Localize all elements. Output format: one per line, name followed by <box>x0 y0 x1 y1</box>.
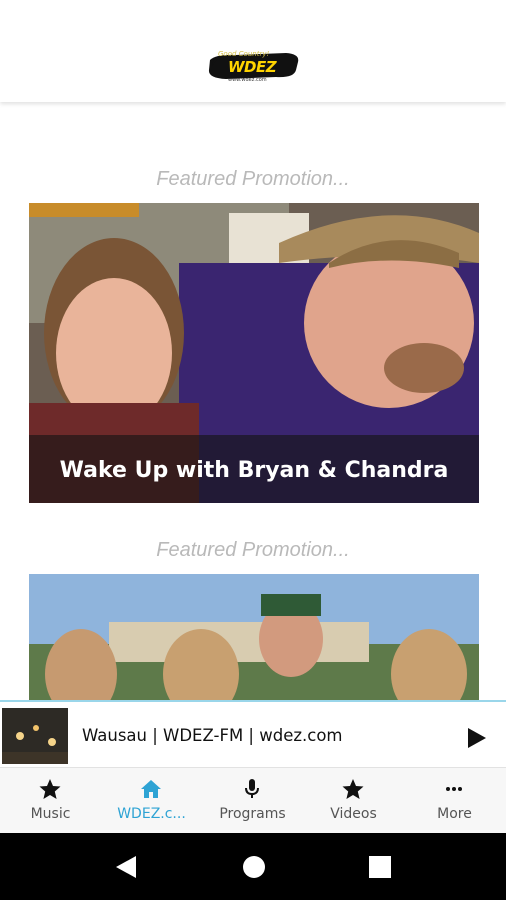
star-icon <box>342 779 364 799</box>
tab-label-wdez: WDEZ.c... <box>117 806 186 822</box>
station-text: Wausau | WDEZ-FM | wdez.com <box>82 726 343 745</box>
station-artwork <box>2 708 68 764</box>
mini-player[interactable]: Wausau | WDEZ-FM | wdez.com <box>0 700 506 768</box>
play-button[interactable] <box>462 724 490 752</box>
promo-heading-2: Featured Promotion... <box>156 539 350 561</box>
wdez-logo[interactable]: Good Country! WDEZ www.wdez.com <box>206 46 302 86</box>
promo-card-1[interactable]: Wake Up with Bryan & Chandra <box>29 203 479 503</box>
promo-heading-1: Featured Promotion... <box>156 168 350 190</box>
home-icon <box>141 780 161 798</box>
play-icon <box>468 728 486 748</box>
promo-card-2[interactable] <box>29 574 479 702</box>
home-circle-icon[interactable] <box>242 855 266 879</box>
main-content: Featured Promotion... Wake Up with Bryan… <box>0 102 506 702</box>
more-icon <box>446 787 462 791</box>
logo-url: www.wdez.com <box>228 77 267 83</box>
promo-title-bar: Wake Up with Bryan & Chandra <box>29 435 479 503</box>
promo-photo-2 <box>29 574 479 702</box>
tab-label-more: More <box>437 806 472 822</box>
logo-brand: WDEZ <box>228 58 277 76</box>
promo-title: Wake Up with Bryan & Chandra <box>59 458 449 483</box>
app-header: Good Country! WDEZ www.wdez.com <box>0 0 506 102</box>
tab-videos[interactable]: Videos <box>303 768 404 834</box>
logo-tagline: Good Country! <box>218 50 270 58</box>
back-icon[interactable] <box>114 854 138 880</box>
tab-music[interactable]: Music <box>0 768 101 834</box>
tab-label-videos: Videos <box>330 806 377 822</box>
star-icon <box>39 779 61 799</box>
recents-icon[interactable] <box>369 856 391 878</box>
tab-more[interactable]: More <box>404 768 505 834</box>
system-nav-bar <box>0 833 506 900</box>
tab-label-music: Music <box>30 806 71 822</box>
tab-label-programs: Programs <box>219 806 286 822</box>
tab-wdez[interactable]: WDEZ.c... <box>101 768 202 834</box>
microphone-icon <box>245 779 259 798</box>
tab-programs[interactable]: Programs <box>202 768 303 834</box>
bottom-tab-bar: Music WDEZ.c... Programs Videos More <box>0 767 506 834</box>
